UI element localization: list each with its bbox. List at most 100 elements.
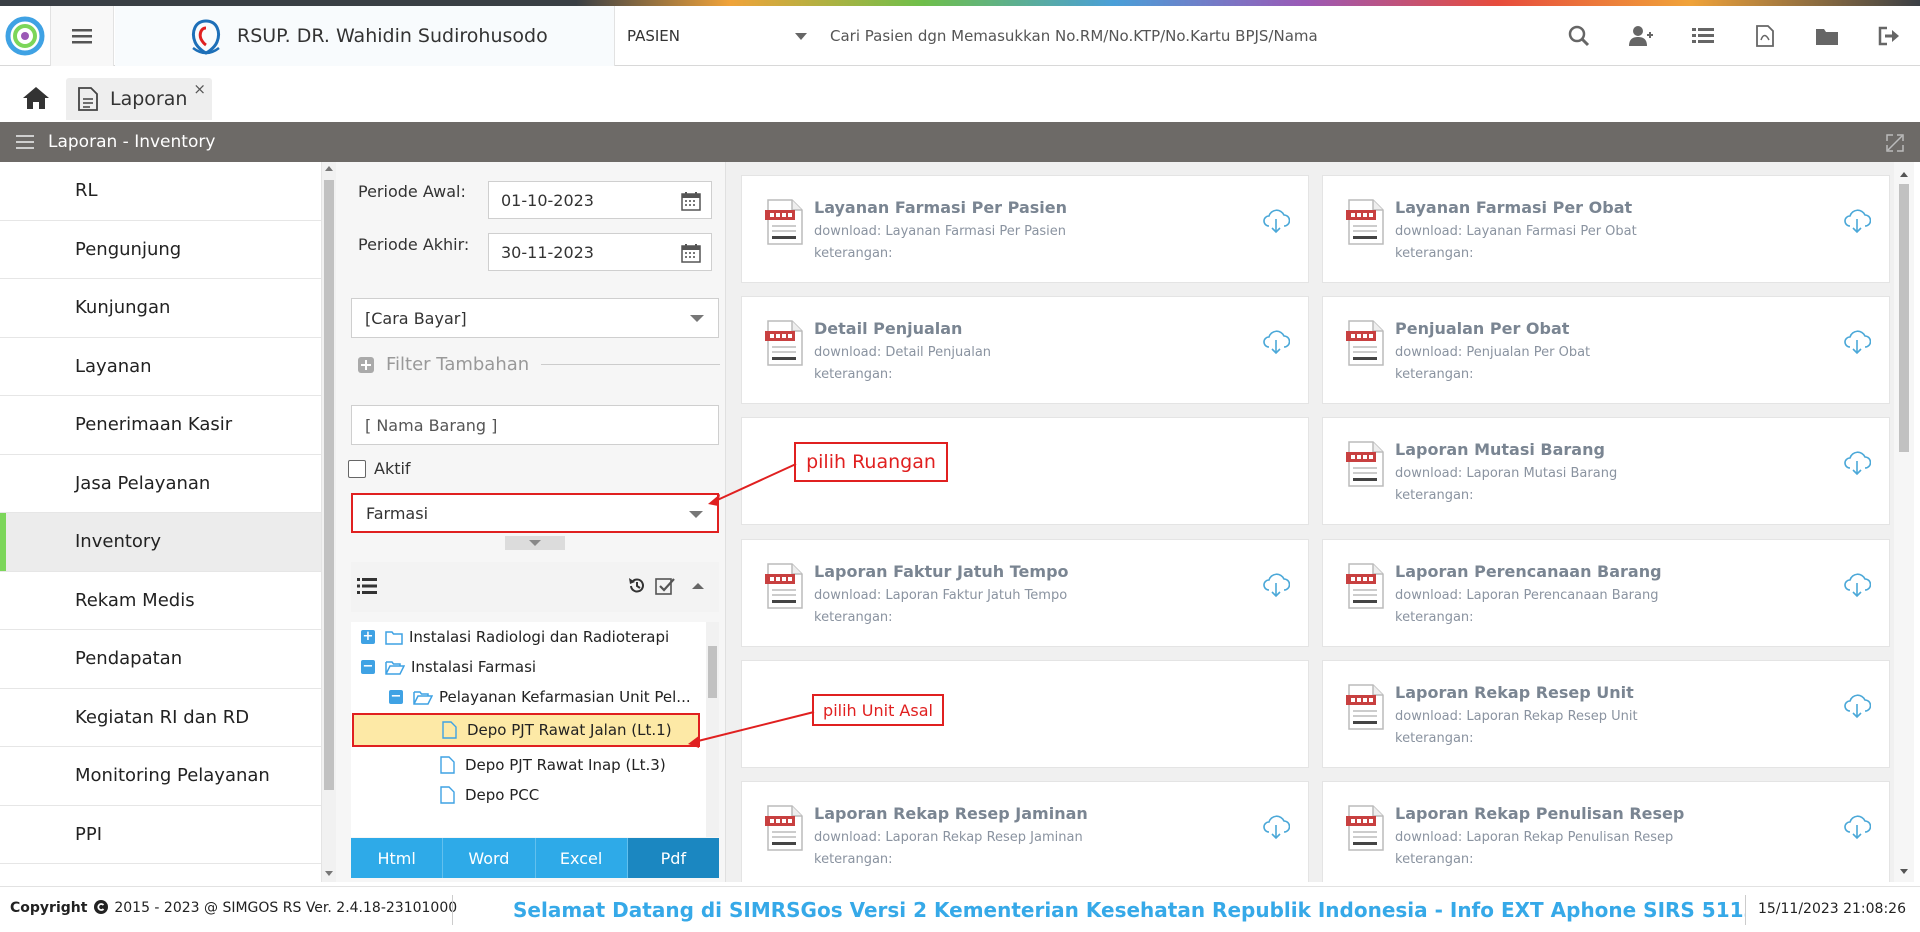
cloud-download-icon[interactable] bbox=[1262, 208, 1290, 234]
report-card[interactable]: Penjualan Per Obat download: Penjualan Pe… bbox=[1322, 296, 1890, 404]
patient-search-input[interactable] bbox=[830, 27, 1550, 45]
cloud-download-icon[interactable] bbox=[1262, 572, 1290, 598]
export-pdf-button[interactable]: Pdf bbox=[627, 838, 719, 878]
cara-bayar-select[interactable]: [Cara Bayar] bbox=[351, 298, 719, 338]
ruangan-select[interactable]: Farmasi bbox=[351, 493, 719, 533]
report-card[interactable]: Laporan Faktur Jatuh Tempo download: Lapo… bbox=[741, 539, 1309, 647]
sidebar-item-layanan[interactable]: Layanan bbox=[0, 338, 321, 396]
sidebar-item-rl[interactable]: RL bbox=[0, 162, 321, 221]
report-download-text: download: Laporan Perencanaan Barang bbox=[1395, 588, 1659, 603]
file-icon bbox=[440, 756, 455, 774]
expand-icon[interactable]: + bbox=[361, 630, 375, 644]
scroll-up-icon[interactable] bbox=[325, 166, 333, 171]
report-card[interactable]: Laporan Rekap Resep Unit download: Lapora… bbox=[1322, 660, 1890, 768]
add-patient-button[interactable] bbox=[1610, 6, 1672, 66]
collapse-filter-toggle[interactable] bbox=[505, 536, 565, 550]
sidebar-item-pendapatan[interactable]: Pendapatan bbox=[0, 630, 321, 689]
logout-button[interactable] bbox=[1858, 6, 1920, 66]
export-word-button[interactable]: Word bbox=[443, 838, 536, 878]
cloud-download-icon[interactable] bbox=[1843, 450, 1871, 476]
scrollbar-thumb[interactable] bbox=[1899, 184, 1909, 452]
report-card[interactable]: Laporan Rekap Penulisan Resep download: L… bbox=[1322, 781, 1890, 882]
annotation-pilih-unit-asal: pilih Unit Asal bbox=[812, 694, 944, 726]
sidebar-item-monitoring-pelayanan[interactable]: Monitoring Pelayanan bbox=[0, 747, 321, 806]
collapse-icon[interactable]: − bbox=[361, 660, 375, 674]
search-type-select[interactable]: PASIEN bbox=[615, 6, 825, 66]
collapse-icon[interactable]: − bbox=[389, 690, 403, 704]
report-list-scrollbar[interactable] bbox=[1894, 162, 1914, 882]
nama-barang-input[interactable]: [ Nama Barang ] bbox=[351, 405, 719, 445]
search-button[interactable] bbox=[1548, 6, 1610, 66]
calendar-icon[interactable] bbox=[681, 191, 701, 211]
filter-panel: Periode Awal: 01-10-2023 Periode Akhir: … bbox=[336, 162, 726, 882]
history-icon[interactable] bbox=[627, 576, 647, 596]
cloud-download-icon[interactable] bbox=[1262, 814, 1290, 840]
expand-icon[interactable] bbox=[1886, 134, 1904, 152]
tree-item[interactable]: Depo PJT Rawat Inap (Lt.3) bbox=[440, 750, 666, 780]
scroll-down-icon[interactable] bbox=[325, 871, 333, 876]
pdf-button[interactable] bbox=[1734, 6, 1796, 66]
cloud-download-icon[interactable] bbox=[1843, 208, 1871, 234]
sidebar-item-penerimaan-kasir[interactable]: Penerimaan Kasir bbox=[0, 396, 321, 455]
tree-item-selected[interactable]: Depo PJT Rawat Jalan (Lt.1) bbox=[352, 713, 700, 747]
tree-item[interactable]: Depo PCC bbox=[440, 780, 539, 810]
current-datetime: 15/11/2023 21:08:26 bbox=[1757, 901, 1906, 917]
sidebar-item-kunjungan[interactable]: Kunjungan bbox=[0, 279, 321, 338]
periode-akhir-field[interactable]: 30-11-2023 bbox=[488, 233, 712, 271]
report-download-text: download: Layanan Farmasi Per Obat bbox=[1395, 224, 1637, 239]
tree-item[interactable]: − Pelayanan Kefarmasian Unit Pel... bbox=[389, 682, 691, 712]
tree-item[interactable]: + Instalasi Radiologi dan Radioterapi bbox=[361, 622, 669, 652]
scrollbar-thumb[interactable] bbox=[324, 180, 334, 790]
tree-scrollbar[interactable] bbox=[706, 622, 719, 837]
sidebar-item-inventory[interactable]: Inventory bbox=[0, 513, 321, 572]
hamburger-icon bbox=[72, 29, 92, 44]
aktif-checkbox[interactable] bbox=[348, 459, 366, 478]
scrollbar-thumb[interactable] bbox=[708, 646, 717, 698]
sidebar-scrollbar[interactable] bbox=[322, 162, 336, 882]
close-icon[interactable]: × bbox=[193, 80, 206, 98]
sidebar-item-jasa-pelayanan[interactable]: Jasa Pelayanan bbox=[0, 455, 321, 513]
cloud-download-icon[interactable] bbox=[1843, 693, 1871, 719]
report-title: Laporan Rekap Resep Jaminan bbox=[814, 804, 1088, 823]
sidebar-item-rekam-medis[interactable]: Rekam Medis bbox=[0, 572, 321, 630]
aktif-checkbox-row[interactable]: Aktif bbox=[348, 459, 411, 478]
tree-item[interactable]: − Instalasi Farmasi bbox=[361, 652, 536, 682]
app-logo[interactable] bbox=[0, 6, 50, 66]
report-keterangan: keterangan: bbox=[1395, 246, 1474, 261]
cloud-download-icon[interactable] bbox=[1843, 814, 1871, 840]
main-menu-button[interactable] bbox=[50, 6, 114, 66]
tab-laporan[interactable]: Laporan × bbox=[66, 78, 212, 120]
report-card[interactable]: Layanan Farmasi Per Pasien download: Laya… bbox=[741, 175, 1309, 283]
top-toolbar bbox=[1548, 6, 1920, 66]
cloud-download-icon[interactable] bbox=[1843, 329, 1871, 355]
report-card[interactable]: Laporan Mutasi Barang download: Laporan M… bbox=[1322, 417, 1890, 525]
calendar-icon[interactable] bbox=[681, 243, 701, 263]
pdf-report-icon bbox=[765, 320, 803, 366]
export-excel-button[interactable]: Excel bbox=[535, 838, 628, 878]
report-card[interactable]: Laporan Rekap Resep Jaminan download: Lap… bbox=[741, 781, 1309, 882]
folder-button[interactable] bbox=[1796, 6, 1858, 66]
report-title: Laporan Perencanaan Barang bbox=[1395, 562, 1662, 581]
cloud-download-icon[interactable] bbox=[1843, 572, 1871, 598]
report-download-text: download: Laporan Rekap Resep Jaminan bbox=[814, 830, 1083, 845]
export-html-button[interactable]: Html bbox=[351, 838, 444, 878]
report-card[interactable]: Layanan Farmasi Per Obat download: Layana… bbox=[1322, 175, 1890, 283]
chevron-up-icon[interactable] bbox=[691, 581, 705, 591]
sidebar-item-kegiatan-ri-rd[interactable]: Kegiatan RI dan RD bbox=[0, 689, 321, 747]
sidebar-item-pengunjung[interactable]: Pengunjung bbox=[0, 221, 321, 279]
sidebar-item-ppi[interactable]: PPI bbox=[0, 806, 321, 864]
hamburger-icon[interactable] bbox=[16, 135, 34, 149]
report-card[interactable]: Detail Penjualan download: Detail Penjual… bbox=[741, 296, 1309, 404]
search-icon bbox=[1568, 25, 1590, 47]
home-tab[interactable] bbox=[12, 78, 60, 118]
report-card[interactable]: Laporan Perencanaan Barang download: Lapo… bbox=[1322, 539, 1890, 647]
list-button[interactable] bbox=[1672, 6, 1734, 66]
check-square-icon[interactable] bbox=[655, 576, 675, 596]
periode-awal-field[interactable]: 01-10-2023 bbox=[488, 181, 712, 219]
scroll-down-icon[interactable] bbox=[1900, 869, 1908, 874]
cloud-download-icon[interactable] bbox=[1262, 329, 1290, 355]
filter-tambahan-toggle[interactable]: Filter Tambahan bbox=[358, 354, 720, 375]
report-keterangan: keterangan: bbox=[814, 246, 893, 261]
list-icon[interactable] bbox=[357, 578, 377, 594]
scroll-up-icon[interactable] bbox=[1900, 172, 1908, 177]
